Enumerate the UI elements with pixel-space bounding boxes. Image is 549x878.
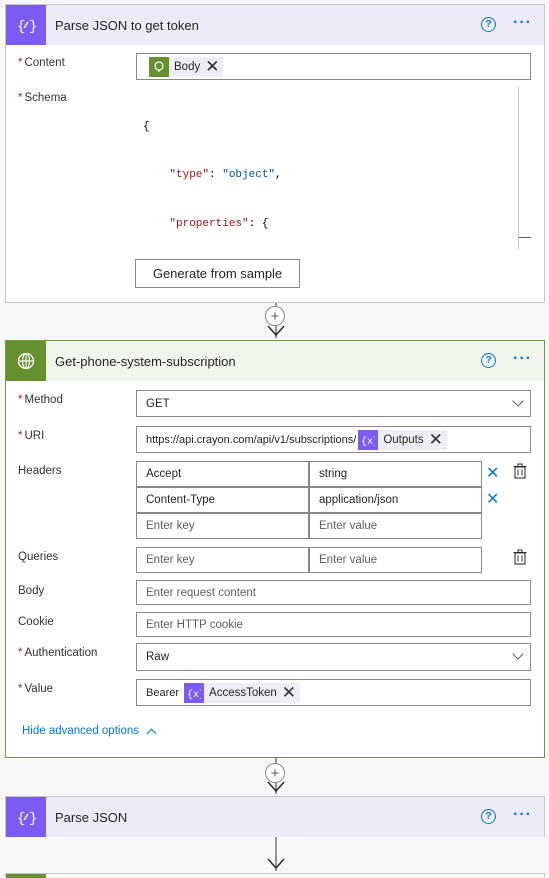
svg-text:}: } [29,19,36,35]
generate-from-sample-button[interactable]: Generate from sample [135,259,300,288]
uri-field[interactable]: https://api.crayon.com/api/v1/subscripti… [136,426,531,453]
schema-line: "type": "object", [169,169,282,182]
more-options-icon[interactable]: ··· [513,14,532,32]
hide-advanced-options-link[interactable]: Hide advanced options [22,725,157,738]
query-key-input[interactable]: Enter key [136,547,309,573]
help-icon[interactable]: ? [481,809,496,824]
header-value-text: string [319,468,348,480]
card-header[interactable]: {} Parse JSON to get token ? ··· [6,5,544,45]
authentication-value: Raw [146,651,170,663]
delete-all-icon[interactable] [513,463,527,479]
queries-label: Queries [18,551,59,563]
parse-json-card: {} Parse JSON ? ··· [5,796,545,837]
cookie-input[interactable]: Enter HTTP cookie [136,612,531,637]
chevron-down-icon [512,648,524,660]
bearer-text: Bearer [146,686,180,699]
parse-json-token-card: {} Parse JSON to get token ? ··· *Conten… [5,4,545,303]
content-label: * Content [18,57,65,69]
value-placeholder: Enter value [319,554,378,566]
card-header[interactable]: {} Parse JSON ? ··· [6,797,544,837]
schema-line: "properties": { [169,217,269,230]
hide-advanced-label: Hide advanced options [22,725,139,737]
body-token-label: Body [174,60,201,73]
card-title: Parse JSON to get token [55,17,199,33]
http-token-icon [149,56,169,77]
access-token-token[interactable]: {x} AccessToken ✕ [184,682,301,703]
auth-value-field[interactable]: Bearer {x} AccessToken ✕ [136,679,531,706]
chevron-up-icon [146,728,157,738]
method-value: GET [146,397,170,410]
key-placeholder: Enter key [146,520,195,532]
key-placeholder: Enter key [146,554,195,566]
content-field[interactable]: Body ✕ [136,53,531,80]
value-placeholder: Enter value [319,520,378,532]
authentication-label: * Authentication [18,647,98,659]
next-card-edge [5,873,545,878]
http-action-card: Get-phone-system-subscription ? ··· * Met… [5,340,545,758]
value-label: * Value [18,683,54,695]
body-input[interactable]: Enter request content [136,580,531,605]
delete-header-icon[interactable]: ✕ [486,489,499,509]
schema-line: { [143,121,150,134]
parse-json-icon: {} [6,797,46,837]
arrow-down-icon [267,781,285,793]
card-title: Parse JSON [55,809,128,825]
parse-json-icon: {} [6,5,46,45]
delete-all-icon[interactable] [513,549,527,565]
outputs-token[interactable]: {x} Outputs ✕ [358,429,447,450]
remove-token-icon[interactable]: ✕ [282,684,296,701]
delete-header-icon[interactable]: ✕ [486,463,499,483]
cookie-placeholder: Enter HTTP cookie [146,618,243,631]
cookie-label: Cookie [18,616,54,628]
card-header[interactable]: Get-phone-system-subscription ? ··· [6,341,544,381]
header-key-input[interactable]: Content-Type [136,487,309,513]
remove-token-icon[interactable]: ✕ [205,58,219,75]
arrow-down-icon [267,325,285,337]
header-value-input[interactable]: Enter value [309,513,482,539]
expression-token-icon: {x} [358,429,379,450]
help-icon[interactable]: ? [481,17,496,32]
uri-text: https://api.crayon.com/api/v1/subscripti… [146,433,357,446]
help-icon[interactable]: ? [481,353,496,368]
more-options-icon[interactable]: ··· [513,350,532,368]
schema-scrollbar[interactable] [518,87,531,249]
method-select[interactable]: GET [136,390,531,417]
insert-step-icon[interactable]: + [265,306,285,326]
chevron-down-icon [512,395,524,407]
body-token[interactable]: Body ✕ [149,56,224,77]
remove-token-icon[interactable]: ✕ [429,431,443,448]
globe-icon [6,341,46,381]
authentication-select[interactable]: Raw [136,643,531,671]
header-key-input[interactable]: Accept [136,461,309,487]
method-label: * Method [18,394,63,406]
uri-label: * URI [18,430,45,442]
scrollbar-thumb[interactable] [519,237,531,238]
outputs-token-label: Outputs [383,433,424,446]
schema-label: * Schema [18,92,67,104]
svg-text:}: } [29,811,36,827]
svg-text:{x}: {x} [361,436,375,446]
next-card-icon-edge [6,874,46,878]
body-label: Body [18,585,45,597]
header-key-input[interactable]: Enter key [136,513,309,539]
card-title: Get-phone-system-subscription [55,353,236,369]
body-placeholder: Enter request content [146,586,256,599]
schema-editor[interactable]: { "type": "object", "properties": { "Acc… [143,87,531,249]
access-token-label: AccessToken [209,686,277,699]
header-key-text: Accept [146,468,182,480]
headers-label: Headers [18,465,62,477]
header-key-text: Content-Type [146,494,216,506]
header-value-input[interactable]: string [309,461,482,487]
header-value-input[interactable]: application/json [309,487,482,513]
expression-token-icon: {x} [184,682,205,703]
header-value-text: application/json [319,494,399,506]
more-options-icon[interactable]: ··· [513,806,532,824]
svg-text:{x}: {x} [187,689,201,699]
query-value-input[interactable]: Enter value [309,547,482,573]
arrow-down-icon [267,858,285,870]
